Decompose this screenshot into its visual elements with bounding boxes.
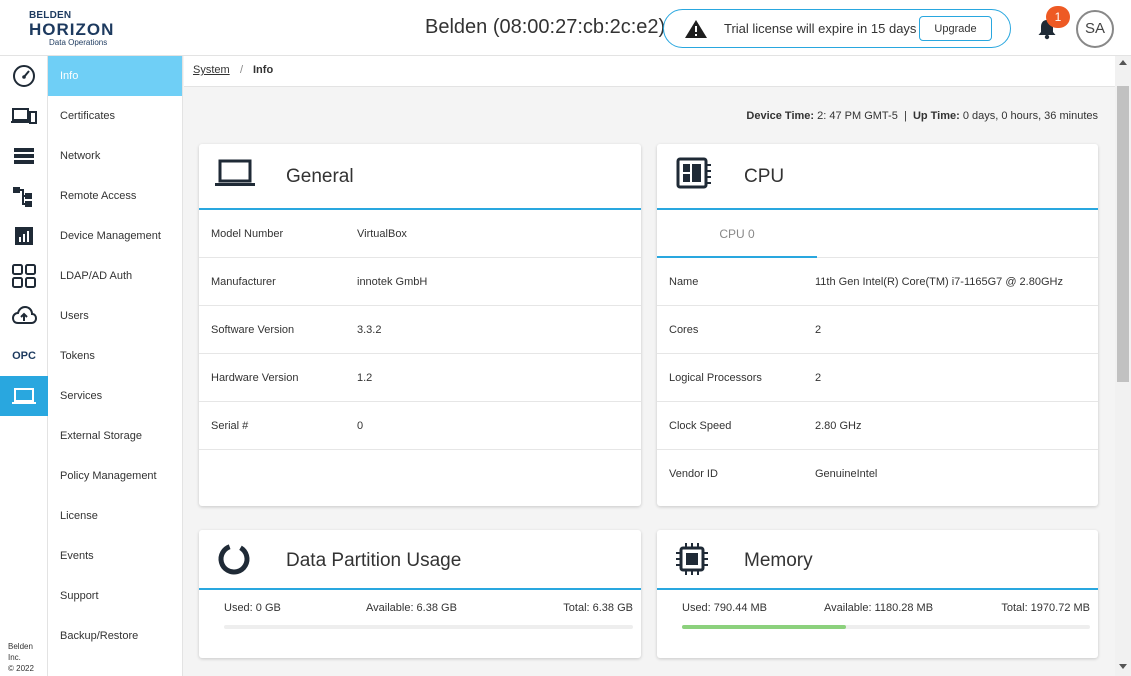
- table-row: Vendor ID GenuineIntel: [669, 468, 878, 480]
- memory-usage-bar: [682, 625, 1090, 629]
- topology-icon: [13, 187, 32, 207]
- subnav-item-support[interactable]: Support: [48, 576, 182, 616]
- apps-icon: [12, 264, 36, 288]
- subnav-item-users[interactable]: Users: [48, 296, 182, 336]
- main-content: System / Info Device Time: 2: 47 PM GMT-…: [184, 56, 1131, 676]
- device-title: Belden (08:00:27:cb:2c:e2): [425, 16, 666, 38]
- list-icon: [14, 148, 34, 164]
- scroll-up-icon[interactable]: [1119, 60, 1127, 65]
- subnav-item-info[interactable]: Info: [48, 56, 182, 96]
- subnav-item-remote-access[interactable]: Remote Access: [48, 176, 182, 216]
- subnav-item-events[interactable]: Events: [48, 536, 182, 576]
- cloud-nav[interactable]: [0, 296, 48, 336]
- notification-badge: 1: [1046, 6, 1070, 28]
- memory-title: Memory: [744, 550, 813, 571]
- memory-usage: Used: 790.44 MB Available: 1180.28 MB To…: [657, 590, 1098, 630]
- scroll-down-icon[interactable]: [1119, 664, 1127, 669]
- subnav-item-external-storage[interactable]: External Storage: [48, 416, 182, 456]
- memory-card: Memory Used: 790.44 MB Available: 1180.2…: [657, 530, 1098, 658]
- data-partition-card: Data Partition Usage Used: 0 GB Availabl…: [199, 530, 641, 658]
- scroll-thumb[interactable]: [1117, 86, 1129, 382]
- breadcrumb: System / Info: [184, 56, 1115, 87]
- icon-rail: OPC Belden Inc. © 2022: [0, 56, 48, 676]
- trial-license-banner: Trial license will expire in 15 days Upg…: [663, 9, 1011, 48]
- partition-usage-bar: [224, 625, 633, 629]
- copyright: Belden Inc. © 2022: [8, 642, 34, 673]
- devices-icon: [11, 108, 37, 124]
- devices-nav[interactable]: [0, 96, 48, 136]
- warning-icon: [685, 20, 707, 38]
- subnav-item-tokens[interactable]: Tokens: [48, 336, 182, 376]
- table-row: Model Number VirtualBox: [199, 210, 641, 258]
- cpu-card-header: CPU: [657, 144, 1098, 210]
- cloud-upload-icon: [11, 305, 37, 324]
- subnav-item-network[interactable]: Network: [48, 136, 182, 176]
- breadcrumb-separator: /: [240, 64, 244, 76]
- partition-title: Data Partition Usage: [286, 550, 462, 571]
- subnav-item-ldap-ad-auth[interactable]: LDAP/AD Auth: [48, 256, 182, 296]
- laptop-icon: [215, 159, 255, 186]
- gauge-icon: [13, 65, 35, 87]
- device-status-line: Device Time: 2: 47 PM GMT-5 | Up Time: 0…: [746, 110, 1098, 122]
- opc-label: OPC: [12, 350, 36, 362]
- upgrade-button[interactable]: Upgrade: [919, 16, 992, 41]
- general-title: General: [286, 166, 354, 187]
- cpu-tabs: CPU 0: [657, 210, 1098, 258]
- trial-text: Trial license will expire in 15 days: [724, 21, 917, 36]
- system-nav[interactable]: [0, 376, 48, 416]
- main-scrollbar[interactable]: [1115, 56, 1131, 676]
- general-card-header: General: [199, 144, 641, 210]
- tab-cpu-0[interactable]: CPU 0: [657, 210, 817, 258]
- cpu-icon: [676, 157, 711, 189]
- user-avatar[interactable]: SA: [1076, 10, 1114, 48]
- memory-card-header: Memory: [657, 530, 1098, 590]
- subnav-item-services[interactable]: Services: [48, 376, 182, 416]
- top-header: BELDEN HORIZON Data Operations Belden (0…: [0, 0, 1131, 56]
- table-row: Serial #0: [199, 402, 641, 450]
- table-row: Clock Speed 2.80 GHz: [657, 402, 1098, 450]
- opc-nav[interactable]: OPC: [0, 336, 48, 376]
- breadcrumb-current: Info: [253, 64, 274, 76]
- subnav-item-device-management[interactable]: Device Management: [48, 216, 182, 256]
- topology-nav[interactable]: [0, 176, 48, 216]
- partition-usage: Used: 0 GB Available: 6.38 GB Total: 6.3…: [199, 590, 641, 630]
- breadcrumb-system-link[interactable]: System: [193, 64, 230, 76]
- table-row: Software Version 3.3.2: [199, 306, 641, 354]
- system-subnav: Info Certificates Network Remote Access …: [48, 56, 183, 676]
- donut-chart-icon: [218, 543, 250, 575]
- subnav-item-certificates[interactable]: Certificates: [48, 96, 182, 136]
- table-row: Name 11th Gen Intel(R) Core(TM) i7-1165G7…: [657, 258, 1098, 306]
- partition-card-header: Data Partition Usage: [199, 530, 641, 590]
- memory-chip-icon: [676, 543, 708, 575]
- dashboard-gauge-icon[interactable]: [0, 56, 48, 96]
- table-row: Hardware Version 1.2: [199, 354, 641, 402]
- memory-usage-fill: [682, 625, 846, 629]
- list-nav[interactable]: [0, 136, 48, 176]
- subnav-item-backup-restore[interactable]: Backup/Restore: [48, 616, 182, 656]
- laptop-icon: [12, 388, 36, 404]
- subnav-item-license[interactable]: License: [48, 496, 182, 536]
- chart-icon: [15, 227, 33, 245]
- cpu-card: CPU CPU 0 Name 11th Gen Intel(R) Core(TM)…: [657, 144, 1098, 506]
- general-card: General Model Number VirtualBox Manufactu…: [199, 144, 641, 506]
- reports-nav[interactable]: [0, 216, 48, 256]
- table-row: Cores 2: [657, 306, 1098, 354]
- subnav-item-policy-management[interactable]: Policy Management: [48, 456, 182, 496]
- cpu-title: CPU: [744, 166, 785, 187]
- apps-nav[interactable]: [0, 256, 48, 296]
- table-row: Manufacturer innotek GmbH: [199, 258, 641, 306]
- table-row: Logical Processors 2: [657, 354, 1098, 402]
- belden-horizon-logo[interactable]: BELDEN HORIZON Data Operations: [29, 11, 119, 48]
